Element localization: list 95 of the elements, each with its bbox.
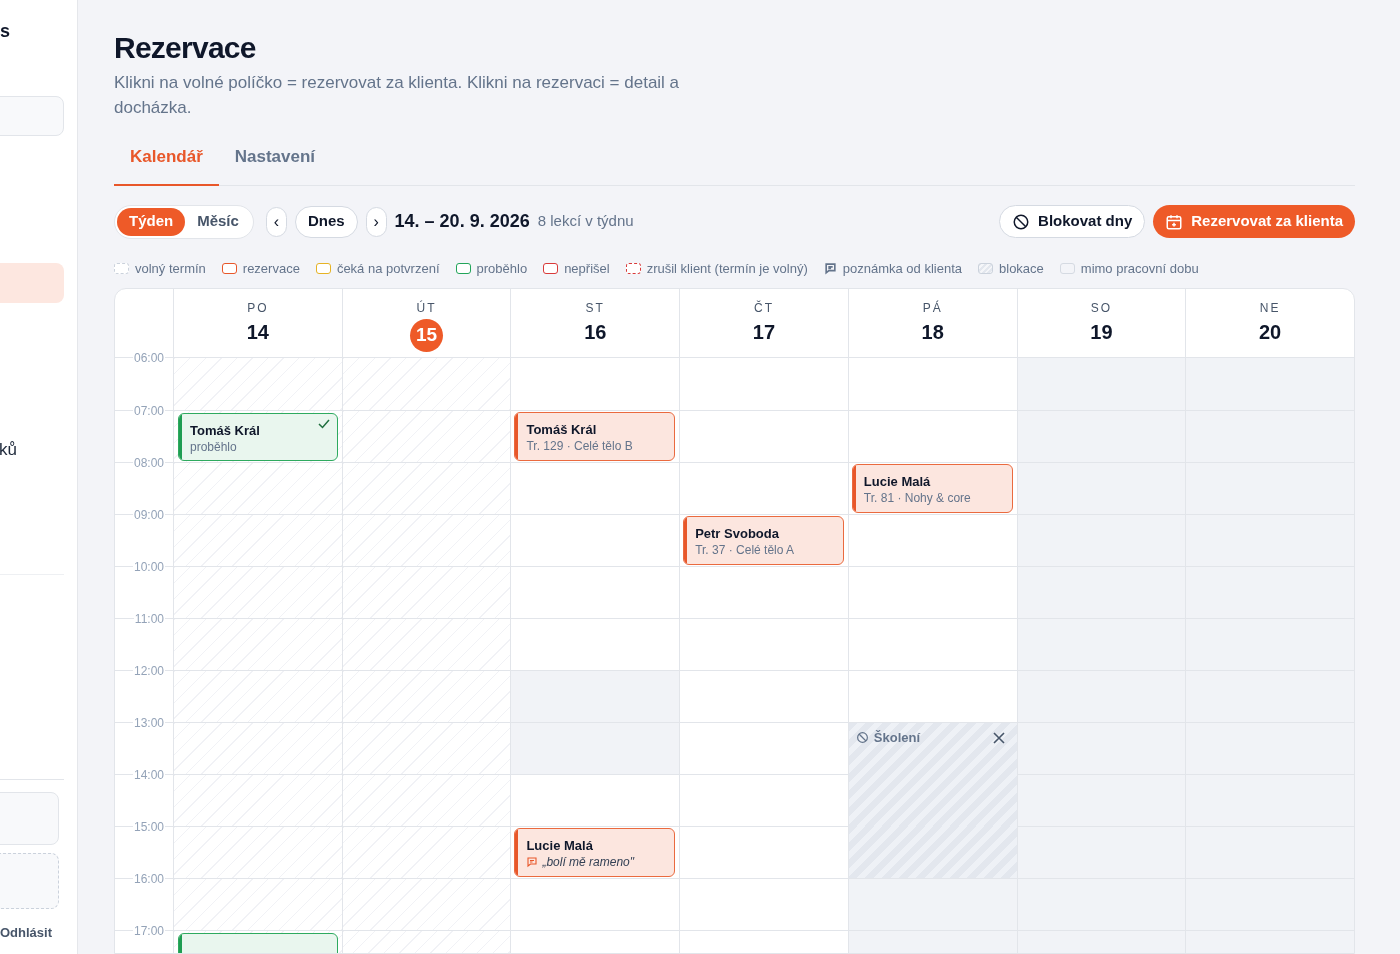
date-range: 14. – 20. 9. 2026: [394, 210, 530, 233]
previous-week-button[interactable]: ‹: [265, 206, 287, 237]
booking-card[interactable]: Lucie Malá „bolí mě rameno": [514, 827, 676, 877]
past-slot[interactable]: [341, 721, 511, 774]
client-name: Lucie Malá: [863, 473, 931, 490]
client-note: „bolí mě rameno": [542, 853, 635, 870]
legend-label: blokace: [999, 259, 1044, 278]
off-hours-slot[interactable]: [510, 669, 680, 722]
off-hours-slot[interactable]: [1016, 461, 1186, 514]
blocked-slot[interactable]: [847, 773, 1017, 826]
legend-label: rezervace: [242, 259, 300, 278]
ban-icon: [1012, 212, 1031, 231]
note-icon: [526, 855, 539, 868]
off-hours-slot[interactable]: [1016, 669, 1186, 722]
past-slot[interactable]: [173, 773, 342, 826]
past-slot[interactable]: [341, 513, 511, 566]
day-date: 16: [584, 319, 607, 345]
booking-card[interactable]: Petr Svoboda Tr. 37 · Celé tělo A: [683, 515, 844, 565]
booking-detail: proběhlo: [190, 438, 237, 455]
day-date: 18: [921, 319, 944, 345]
booking-detail: Tr. 37 · Celé tělo A: [695, 541, 795, 558]
next-week-button[interactable]: ›: [365, 206, 387, 237]
lesson-count: 8 lekcí v týdnu: [537, 211, 634, 232]
past-slot[interactable]: [173, 461, 342, 514]
past-slot[interactable]: [173, 721, 342, 774]
client-name: Tomáš Král: [526, 421, 597, 438]
calendar-plus-icon: [1165, 212, 1184, 231]
past-slot[interactable]: [341, 409, 511, 462]
view-tab[interactable]: Měsíc: [185, 207, 251, 236]
logout-link[interactable]: Odhlásit: [0, 923, 52, 943]
today-button[interactable]: Dnes: [294, 205, 358, 238]
page-title: Rezervace: [114, 30, 256, 66]
past-slot[interactable]: [173, 513, 342, 566]
client-name: Tomáš Král: [190, 422, 260, 439]
off-hours-slot[interactable]: [1016, 357, 1186, 410]
off-hours-slot[interactable]: [1185, 357, 1354, 410]
blocked-slot[interactable]: Školení: [847, 721, 1017, 774]
past-slot[interactable]: [341, 669, 511, 722]
legend-label: čeká na potvrzení: [336, 259, 440, 278]
past-slot[interactable]: [341, 357, 511, 410]
off-hours-slot[interactable]: [847, 877, 1017, 930]
weekday-label: NE: [1259, 299, 1281, 317]
legend-label: zrušil klient (termín je volný): [646, 259, 808, 278]
past-slot[interactable]: [173, 565, 342, 618]
blocked-slot[interactable]: [847, 825, 1017, 878]
weekday-label: SO: [1090, 299, 1113, 317]
weekday-label: ST: [585, 299, 605, 317]
off-hours-slot[interactable]: [1016, 721, 1186, 774]
day-date: 19: [1090, 319, 1113, 345]
today-date: 15: [410, 318, 444, 352]
past-slot[interactable]: [341, 773, 511, 826]
past-slot[interactable]: [341, 877, 511, 930]
block-days-button[interactable]: Blokovat dny: [999, 205, 1146, 238]
sidebar-field[interactable]: [0, 96, 64, 136]
past-slot[interactable]: [173, 617, 342, 670]
booking-card[interactable]: Tomáš Král Tr. 129 · Celé tělo B: [514, 411, 676, 461]
client-name: Petr Svoboda: [695, 525, 779, 542]
legend-label: nepřišel: [564, 259, 610, 278]
past-slot[interactable]: [173, 877, 342, 930]
sidebar-heading: s: [0, 20, 10, 43]
off-hours-slot[interactable]: [1016, 513, 1186, 566]
past-slot[interactable]: [173, 669, 342, 722]
booking-detail: Tr. 81 · Nohy & core: [863, 489, 971, 506]
legend-label: mimo pracovní dobu: [1080, 259, 1199, 278]
weekday-label: PO: [247, 299, 269, 317]
past-slot[interactable]: [341, 825, 511, 878]
past-slot[interactable]: [173, 825, 342, 878]
weekday-label: ÚT: [416, 299, 437, 317]
legend-label: volný termín: [135, 259, 206, 278]
close-icon[interactable]: [992, 731, 1005, 744]
ban-icon: [855, 730, 869, 744]
sidebar-item[interactable]: ků: [0, 430, 64, 470]
block-label: Školení: [873, 728, 921, 747]
check-icon: [317, 418, 330, 429]
legend-label: proběhlo: [476, 259, 528, 278]
tab[interactable]: Nastavení: [218, 144, 332, 186]
weekday-label: PÁ: [922, 299, 943, 317]
booking-detail: Tr. 129 · Celé tělo B: [526, 437, 633, 454]
day-date: 20: [1259, 319, 1282, 345]
client-name: Lucie Malá: [526, 837, 593, 854]
off-hours-slot[interactable]: [510, 721, 680, 774]
past-slot[interactable]: [341, 461, 511, 514]
off-hours-slot[interactable]: [1016, 617, 1186, 670]
past-slot[interactable]: [173, 357, 342, 410]
booking-card[interactable]: Lucie Malá Tr. 81 · Nohy & core: [851, 463, 1013, 513]
off-hours-slot[interactable]: [1016, 565, 1186, 618]
day-date: 17: [752, 319, 776, 345]
past-slot[interactable]: [341, 617, 511, 670]
off-hours-slot[interactable]: [1016, 409, 1186, 462]
page-subtitle: Klikni na volné políčko = rezervovat za klienta. Klikni na rezervaci = detail a docházka.: [114, 72, 681, 119]
day-date: 14: [246, 319, 269, 345]
sidebar-item[interactable]: [0, 263, 64, 303]
legend-label: poznámka od klienta: [842, 259, 962, 278]
weekday-label: ČT: [754, 299, 774, 317]
past-slot[interactable]: [341, 565, 511, 618]
